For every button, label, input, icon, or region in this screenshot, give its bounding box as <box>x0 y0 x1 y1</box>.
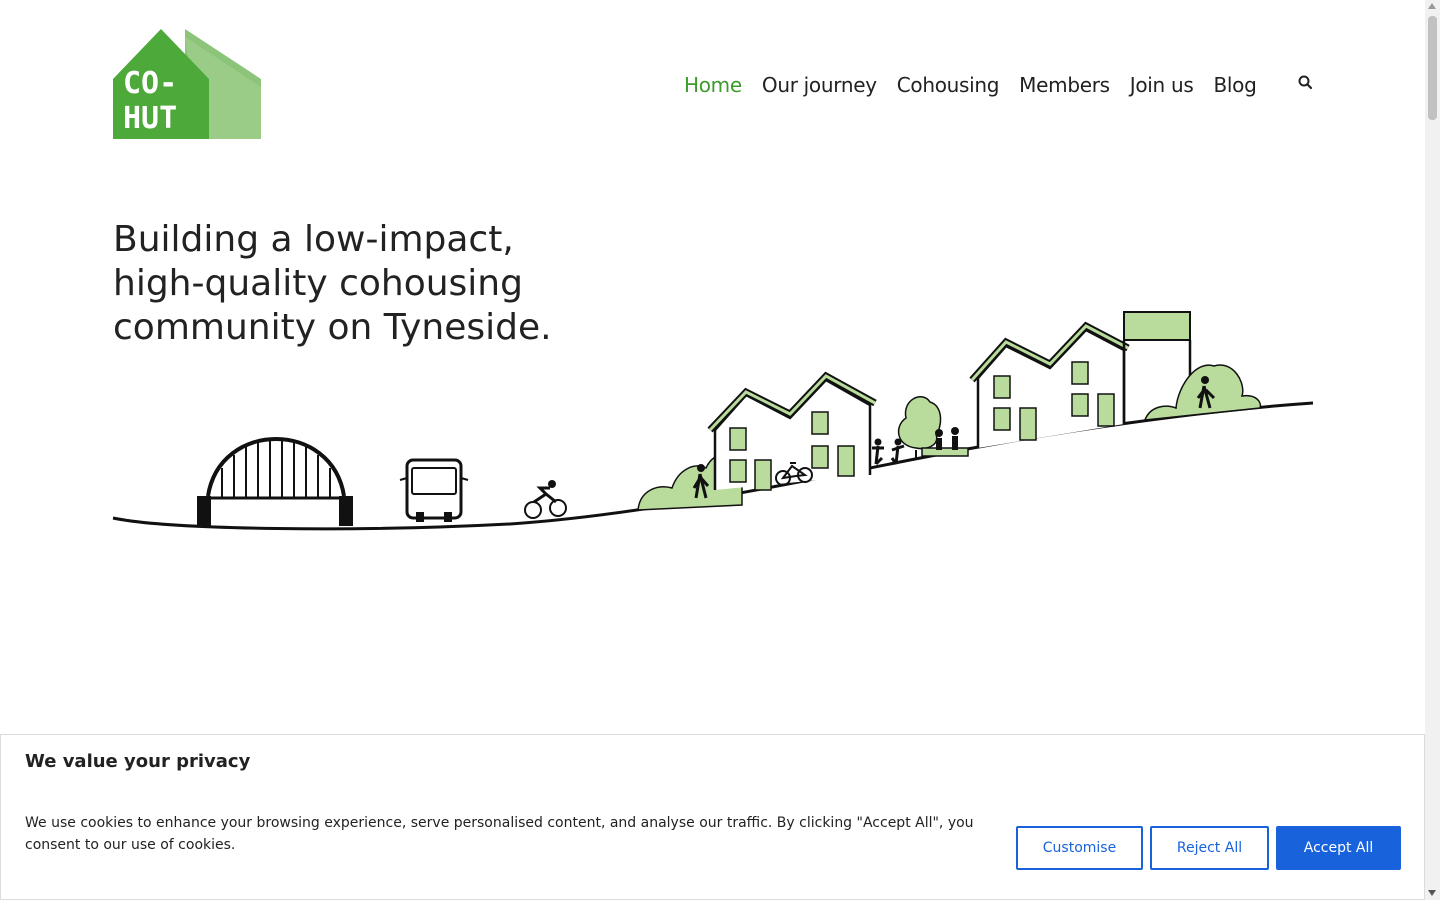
nav-item-cohousing[interactable]: Cohousing <box>897 73 1000 97</box>
cyclist-illustration <box>524 480 567 519</box>
main-nav: Home Our journey Cohousing Members Join … <box>684 70 1277 100</box>
cookie-banner-text: We use cookies to enhance your browsing … <box>25 815 974 853</box>
house-left-illustration <box>707 371 877 491</box>
house-right-illustration <box>969 311 1192 448</box>
reject-all-button[interactable]: Reject All <box>1150 826 1269 870</box>
bus-illustration <box>399 458 469 522</box>
site-logo[interactable]: CO- HUT <box>113 29 263 139</box>
house-logo-icon: CO- HUT <box>113 29 261 139</box>
logo-text-line1: CO- <box>123 66 177 101</box>
children-illustration <box>872 438 905 466</box>
tyne-bridge-illustration <box>197 437 353 526</box>
cookie-consent-banner: We value your privacy We use cookies to … <box>0 734 1425 900</box>
page: CO- HUT Home Our journey Cohousing Membe… <box>0 0 1425 900</box>
scroll-down-arrow-icon[interactable] <box>1428 890 1436 896</box>
search-button[interactable] <box>1297 74 1315 92</box>
logo-text-line2: HUT <box>123 101 177 136</box>
page-scrollbar[interactable] <box>1425 0 1440 900</box>
hero-illustration <box>110 300 1320 540</box>
nav-item-our-journey[interactable]: Our journey <box>762 73 877 97</box>
customise-button[interactable]: Customise <box>1016 826 1143 870</box>
nav-item-join-us[interactable]: Join us <box>1130 73 1194 97</box>
nav-item-blog[interactable]: Blog <box>1214 73 1257 97</box>
cookie-banner-title: We value your privacy <box>25 751 251 772</box>
scroll-up-arrow-icon[interactable] <box>1428 3 1436 9</box>
search-icon <box>1298 75 1313 90</box>
nav-item-members[interactable]: Members <box>1019 73 1110 97</box>
scroll-thumb[interactable] <box>1428 16 1437 120</box>
accept-all-button[interactable]: Accept All <box>1276 826 1401 870</box>
nav-item-home[interactable]: Home <box>684 73 742 97</box>
